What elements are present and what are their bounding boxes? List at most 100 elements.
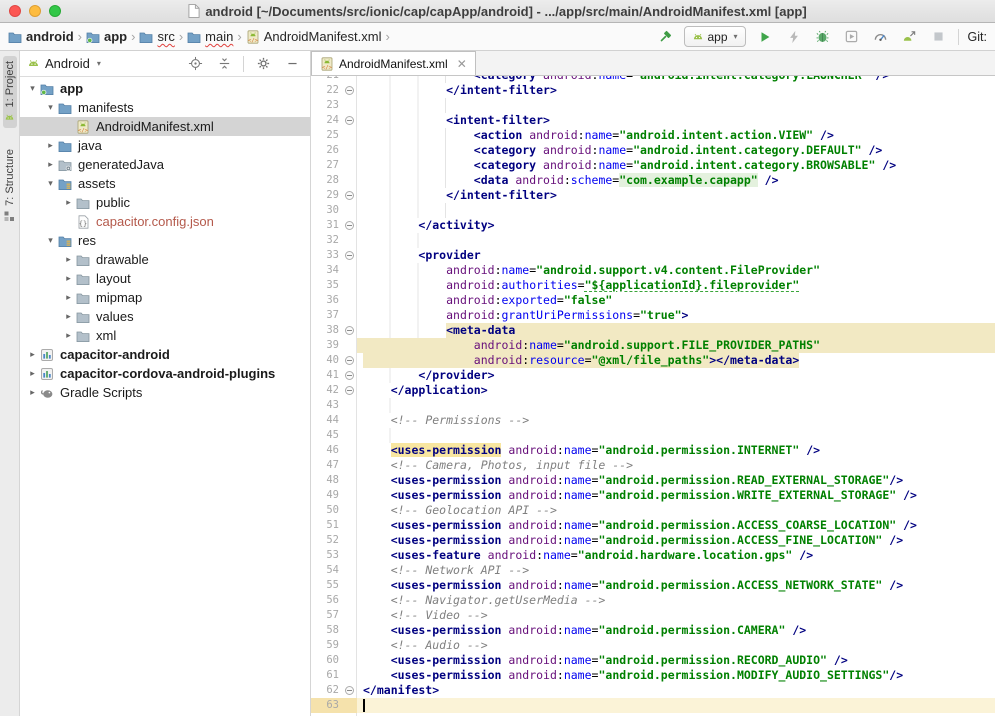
code-line-54[interactable]: 54 <!-- Network API --> — [311, 563, 995, 578]
tree-item-generatedjava[interactable]: ▸generatedJava — [20, 155, 310, 174]
tool-window-button-1-project[interactable]: 1: Project — [3, 56, 17, 128]
tree-item-assets[interactable]: ▾assets — [20, 174, 310, 193]
tree-item-gradle-scripts[interactable]: ▸Gradle Scripts — [20, 383, 310, 402]
select-opened-file-button[interactable] — [185, 54, 205, 74]
build-hammer-button[interactable] — [655, 27, 675, 47]
code-line-61[interactable]: 61 <uses-permission android:name="androi… — [311, 668, 995, 683]
code-line-27[interactable]: 27 <category android:name="android.inten… — [311, 158, 995, 173]
code-line-48[interactable]: 48 <uses-permission android:name="androi… — [311, 473, 995, 488]
code-editor[interactable]: 21 <category android:name="android.inten… — [311, 76, 995, 716]
expand-arrow-icon[interactable]: ▾ — [44, 102, 57, 113]
fold-marker-icon[interactable] — [345, 371, 354, 380]
tree-item-java[interactable]: ▸java — [20, 136, 310, 155]
tree-item-mipmap[interactable]: ▸mipmap — [20, 288, 310, 307]
expand-arrow-icon[interactable]: ▸ — [62, 311, 75, 322]
breadcrumb-item-android[interactable]: android — [8, 29, 74, 44]
code-line-36[interactable]: 36 android:exported="false" — [311, 293, 995, 308]
fold-marker-icon[interactable] — [345, 191, 354, 200]
tree-item-capacitor-android[interactable]: ▸capacitor-android — [20, 345, 310, 364]
fold-marker-icon[interactable] — [345, 251, 354, 260]
fold-marker-icon[interactable] — [345, 86, 354, 95]
tree-item-layout[interactable]: ▸layout — [20, 269, 310, 288]
code-line-39[interactable]: 39 android:name="android.support.FILE_PR… — [311, 338, 995, 353]
profiler-button[interactable] — [871, 27, 891, 47]
fold-marker-icon[interactable] — [345, 356, 354, 365]
expand-arrow-icon[interactable]: ▸ — [62, 273, 75, 284]
expand-arrow-icon[interactable]: ▾ — [26, 83, 39, 94]
tree-item-public[interactable]: ▸public — [20, 193, 310, 212]
fold-marker-icon[interactable] — [345, 686, 354, 695]
code-line-40[interactable]: 40 android:resource="@xml/file_paths"></… — [311, 353, 995, 368]
code-line-31[interactable]: 31 </activity> — [311, 218, 995, 233]
code-line-62[interactable]: 62</manifest> — [311, 683, 995, 698]
tree-item-capacitor-cordova-android-plugins[interactable]: ▸capacitor-cordova-android-plugins — [20, 364, 310, 383]
code-line-32[interactable]: 32 — [311, 233, 995, 248]
code-line-57[interactable]: 57 <!-- Video --> — [311, 608, 995, 623]
breadcrumb-item-main[interactable]: main — [187, 29, 233, 44]
code-line-45[interactable]: 45 — [311, 428, 995, 443]
code-line-59[interactable]: 59 <!-- Audio --> — [311, 638, 995, 653]
expand-arrow-icon[interactable]: ▸ — [26, 349, 39, 360]
code-line-49[interactable]: 49 <uses-permission android:name="androi… — [311, 488, 995, 503]
code-line-41[interactable]: 41 </provider> — [311, 368, 995, 383]
tree-item-drawable[interactable]: ▸drawable — [20, 250, 310, 269]
git-widget[interactable]: Git: — [968, 30, 989, 44]
code-line-30[interactable]: 30 — [311, 203, 995, 218]
tree-item-androidmanifest-xml[interactable]: </>AndroidManifest.xml — [20, 117, 310, 136]
code-line-44[interactable]: 44 <!-- Permissions --> — [311, 413, 995, 428]
tree-item-capacitor-config-json[interactable]: {}capacitor.config.json — [20, 212, 310, 231]
code-line-23[interactable]: 23 — [311, 98, 995, 113]
code-line-33[interactable]: 33 <provider — [311, 248, 995, 263]
fold-marker-icon[interactable] — [345, 386, 354, 395]
code-line-24[interactable]: 24 <intent-filter> — [311, 113, 995, 128]
collapse-all-button[interactable] — [214, 54, 234, 74]
code-line-34[interactable]: 34 android:name="android.support.v4.cont… — [311, 263, 995, 278]
tree-item-xml[interactable]: ▸xml — [20, 326, 310, 345]
expand-arrow-icon[interactable]: ▸ — [26, 368, 39, 379]
expand-arrow-icon[interactable]: ▸ — [44, 140, 57, 151]
expand-arrow-icon[interactable]: ▸ — [26, 387, 39, 398]
code-line-46[interactable]: 46 <uses-permission android:name="androi… — [311, 443, 995, 458]
code-line-58[interactable]: 58 <uses-permission android:name="androi… — [311, 623, 995, 638]
run-button[interactable] — [755, 27, 775, 47]
fullscreen-button[interactable] — [49, 5, 61, 17]
close-tab-icon[interactable]: ✕ — [457, 58, 467, 70]
code-line-60[interactable]: 60 <uses-permission android:name="androi… — [311, 653, 995, 668]
fold-marker-icon[interactable] — [345, 221, 354, 230]
code-line-53[interactable]: 53 <uses-feature android:name="android.h… — [311, 548, 995, 563]
tree-item-manifests[interactable]: ▾manifests — [20, 98, 310, 117]
stop-button[interactable] — [929, 27, 949, 47]
expand-arrow-icon[interactable]: ▸ — [62, 254, 75, 265]
code-line-26[interactable]: 26 <category android:name="android.inten… — [311, 143, 995, 158]
hide-panel-button[interactable] — [282, 54, 302, 74]
code-line-28[interactable]: 28 <data android:scheme="com.example.cap… — [311, 173, 995, 188]
expand-arrow-icon[interactable]: ▸ — [62, 330, 75, 341]
tree-item-res[interactable]: ▾res — [20, 231, 310, 250]
attach-debugger-button[interactable] — [900, 27, 920, 47]
code-line-42[interactable]: 42 </application> — [311, 383, 995, 398]
apply-changes-button[interactable] — [784, 27, 804, 47]
breadcrumb-item-src[interactable]: src — [139, 29, 174, 44]
code-line-22[interactable]: 22 </intent-filter> — [311, 83, 995, 98]
expand-arrow-icon[interactable]: ▸ — [44, 159, 57, 170]
close-button[interactable] — [9, 5, 21, 17]
code-line-51[interactable]: 51 <uses-permission android:name="androi… — [311, 518, 995, 533]
code-line-63[interactable]: 63 — [311, 698, 995, 713]
fold-marker-icon[interactable] — [345, 116, 354, 125]
fold-marker-icon[interactable] — [345, 326, 354, 335]
expand-arrow-icon[interactable]: ▸ — [62, 197, 75, 208]
tree-item-values[interactable]: ▸values — [20, 307, 310, 326]
breadcrumb-item-androidmanifest-xml[interactable]: </>AndroidManifest.xml — [246, 29, 382, 44]
code-line-21[interactable]: 21 <category android:name="android.inten… — [311, 76, 995, 83]
tree-item-app[interactable]: ▾app — [20, 79, 310, 98]
expand-arrow-icon[interactable]: ▾ — [44, 178, 57, 189]
code-line-55[interactable]: 55 <uses-permission android:name="androi… — [311, 578, 995, 593]
expand-arrow-icon[interactable]: ▸ — [62, 292, 75, 303]
code-line-37[interactable]: 37 android:grantUriPermissions="true"> — [311, 308, 995, 323]
code-line-25[interactable]: 25 <action android:name="android.intent.… — [311, 128, 995, 143]
code-line-56[interactable]: 56 <!-- Navigator.getUserMedia --> — [311, 593, 995, 608]
minimize-button[interactable] — [29, 5, 41, 17]
code-line-29[interactable]: 29 </intent-filter> — [311, 188, 995, 203]
editor-tab-androidmanifest[interactable]: </> AndroidManifest.xml ✕ — [311, 51, 476, 75]
expand-arrow-icon[interactable]: ▾ — [44, 235, 57, 246]
